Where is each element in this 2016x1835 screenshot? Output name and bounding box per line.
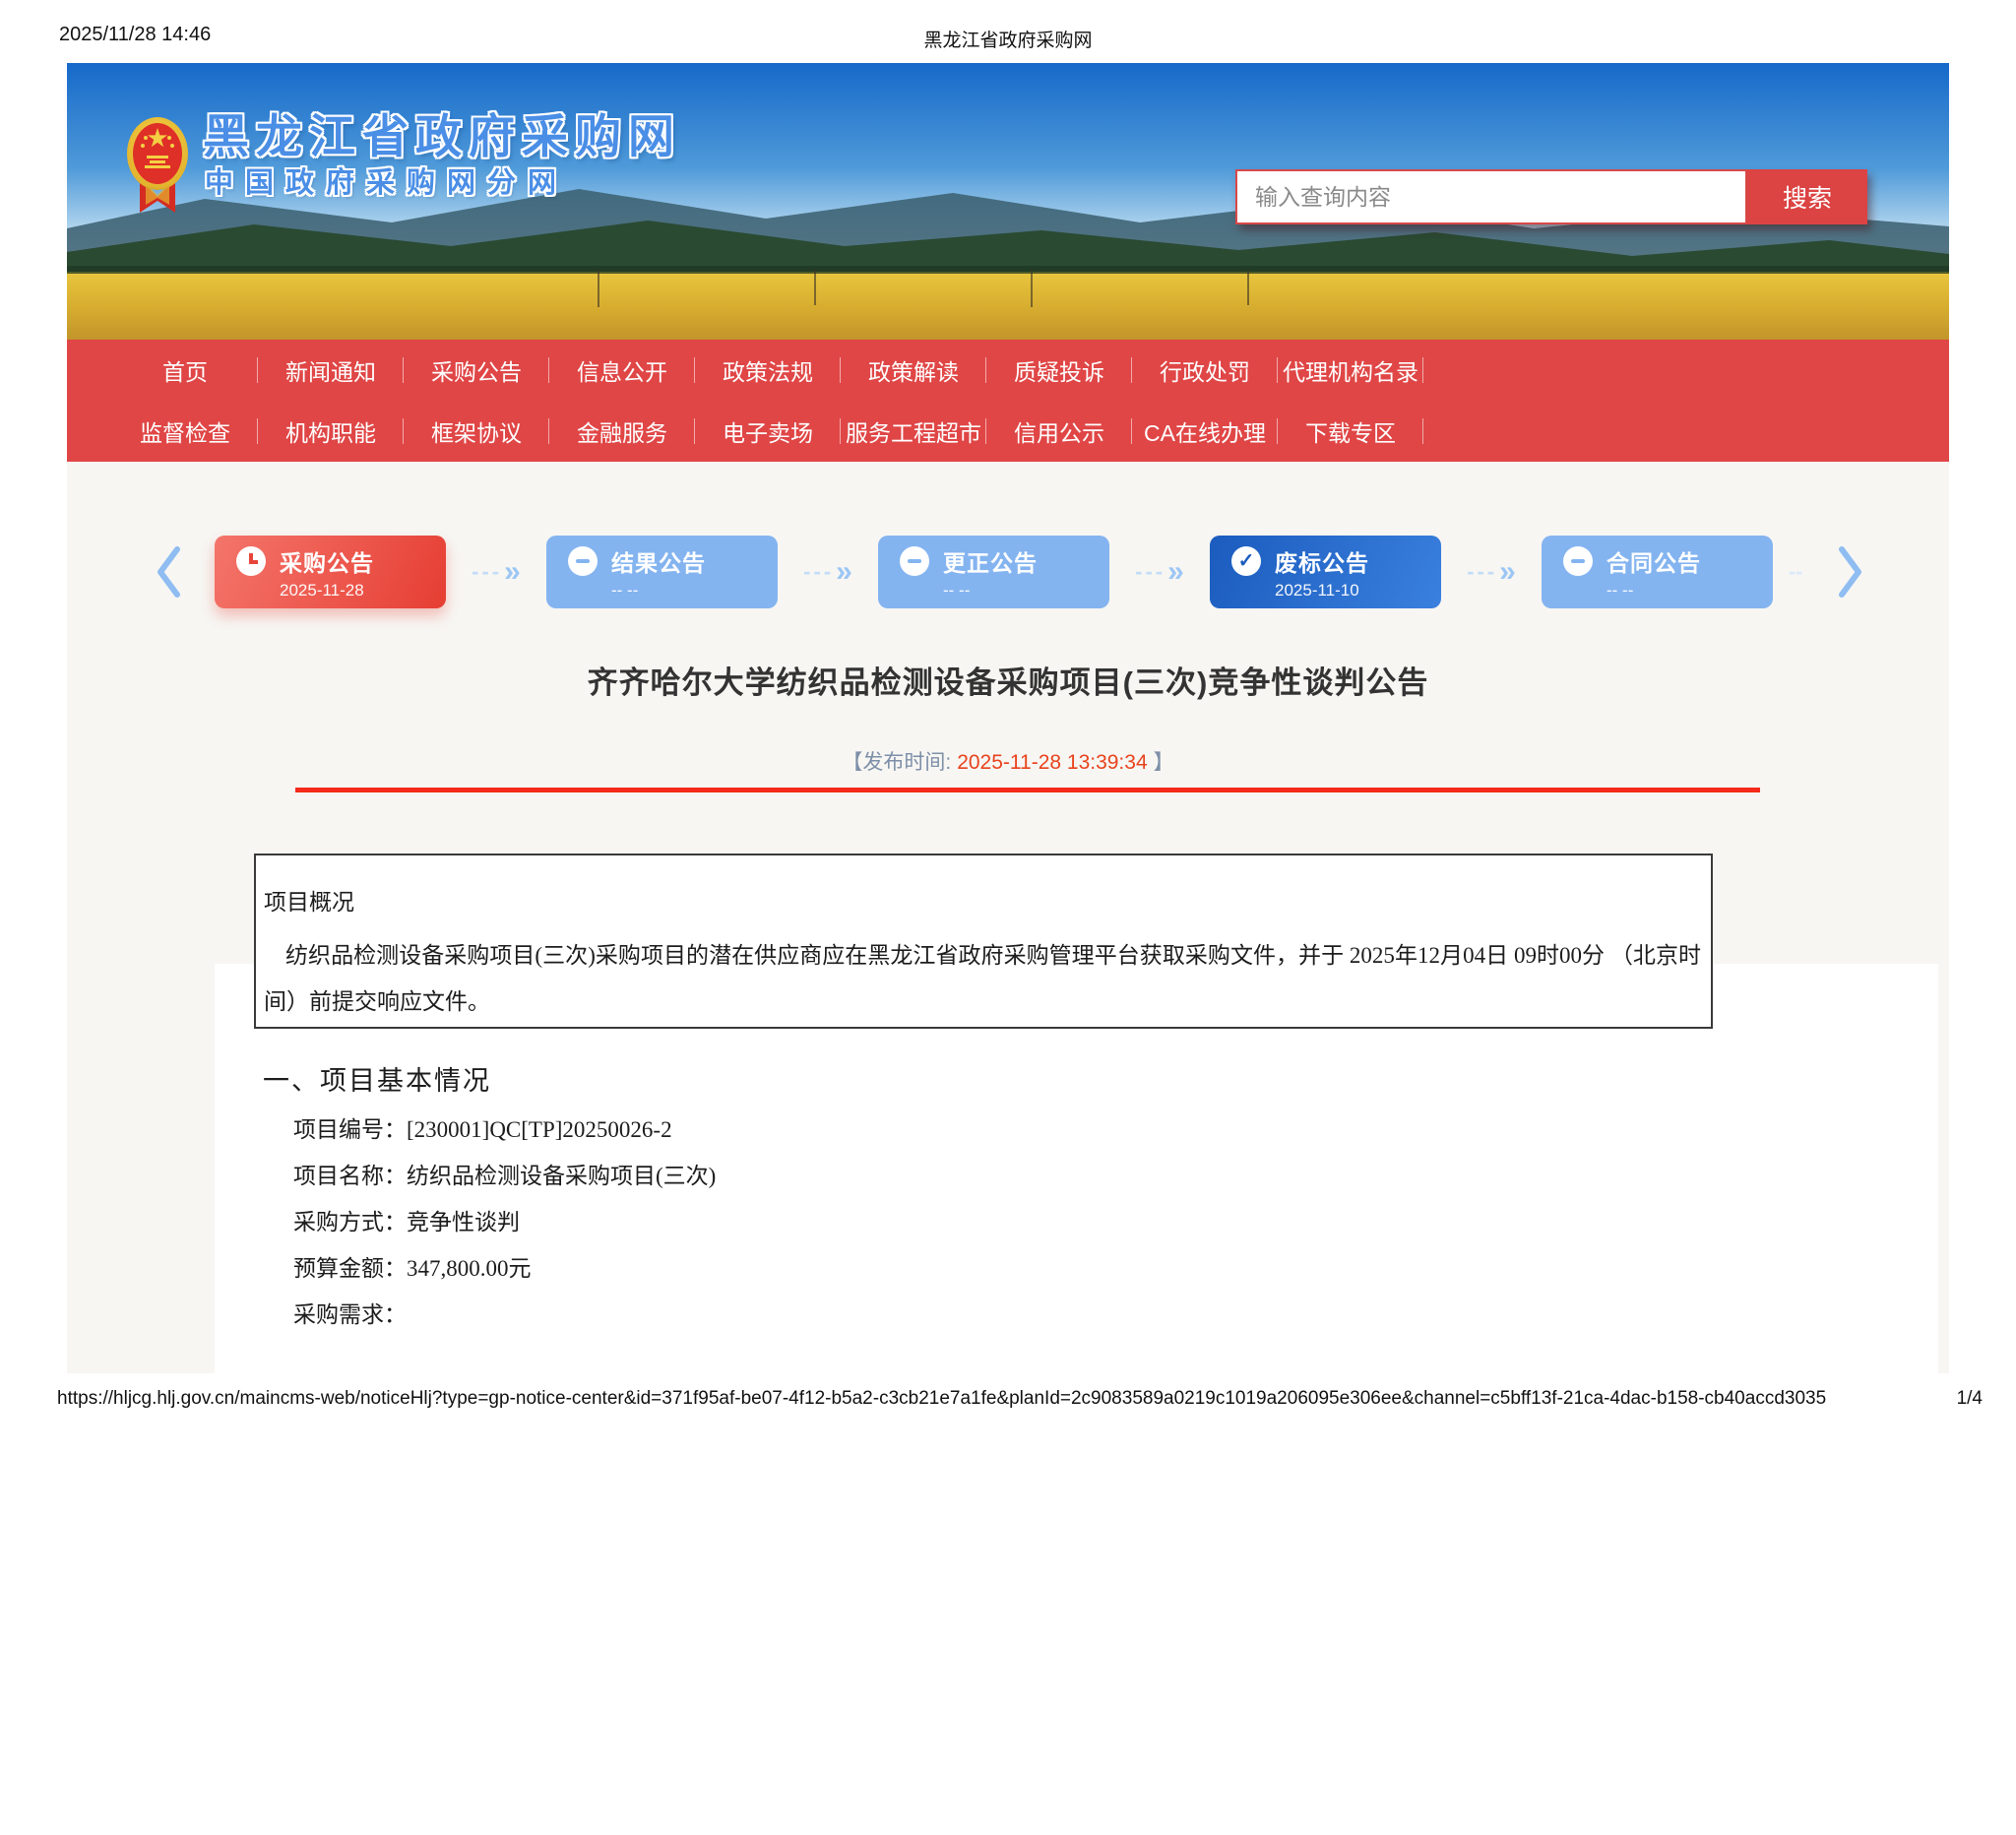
main-nav: 首页 新闻通知 采购公告 信息公开 政策法规 政策解读 质疑投诉 行政处罚 代理…: [67, 340, 1949, 462]
field-procurement-method: 采购方式：竞争性谈判: [293, 1199, 716, 1245]
field-label: 预算金额：: [293, 1256, 407, 1281]
publish-time: 2025-11-28 13:39:34: [951, 751, 1153, 774]
flow-step-correction-notice[interactable]: 更正公告 -- --: [878, 536, 1109, 608]
flow-prev-button[interactable]: [156, 545, 181, 599]
publish-time-line: 【发布时间:2025-11-28 13:39:34】: [0, 746, 2016, 776]
flow-step-date: 2025-11-10: [1275, 581, 1441, 601]
publish-label: 【发布时间:: [842, 751, 951, 774]
flow-dash-icon: --: [1773, 559, 1818, 585]
search-button[interactable]: 搜索: [1747, 169, 1867, 224]
nav-item-news[interactable]: 新闻通知: [258, 353, 404, 387]
nav-item-ca-online[interactable]: CA在线办理: [1132, 414, 1278, 448]
flow-step-cancellation-notice[interactable]: ✓ 废标公告 2025-11-10: [1210, 536, 1441, 608]
section-heading-basic-info: 一、项目基本情况: [263, 1059, 491, 1098]
flow-step-result-notice[interactable]: 结果公告 -- --: [546, 536, 778, 608]
field-value: 347,800.00元: [407, 1256, 532, 1281]
field-budget-amount: 预算金额：347,800.00元: [293, 1245, 716, 1292]
minus-icon: [900, 546, 929, 576]
project-overview-box: 项目概况 纺织品检测设备采购项目(三次)采购项目的潜在供应商应在黑龙江省政府采购…: [254, 854, 1713, 1029]
site-banner: 黑龙江省政府采购网 中国政府采购网分网 搜索: [67, 63, 1949, 340]
overview-heading: 项目概况: [264, 883, 1701, 917]
article-title: 齐齐哈尔大学纺织品检测设备采购项目(三次)竞争性谈判公告: [0, 658, 2016, 702]
nav-item-agency-directory[interactable]: 代理机构名录: [1278, 353, 1423, 387]
minus-icon: [568, 546, 598, 576]
flow-next-button[interactable]: [1838, 545, 1863, 599]
nav-row-2: 监督检查 机构职能 框架协议 金融服务 电子卖场 服务工程超市 信用公示 CA在…: [67, 401, 1949, 462]
site-title: 黑龙江省政府采购网: [203, 98, 681, 166]
nav-item-downloads[interactable]: 下载专区: [1278, 414, 1423, 448]
flow-step-label: 结果公告: [611, 544, 706, 578]
search-box: 搜索: [1235, 169, 1867, 224]
flow-step-date: -- --: [611, 581, 778, 601]
flow-arrow-icon: ---»: [446, 557, 546, 587]
nav-item-administrative-penalty[interactable]: 行政处罚: [1132, 353, 1278, 387]
nav-item-framework-agreement[interactable]: 框架协议: [404, 414, 549, 448]
nav-row-1: 首页 新闻通知 采购公告 信息公开 政策法规 政策解读 质疑投诉 行政处罚 代理…: [67, 340, 1949, 401]
chevron-right-icon: [1838, 545, 1863, 599]
nav-item-policy-interpretation[interactable]: 政策解读: [841, 353, 986, 387]
field-label: 采购需求：: [293, 1302, 407, 1327]
overview-text: 纺织品检测设备采购项目(三次)采购项目的潜在供应商应在黑龙江省政府采购管理平台获…: [264, 932, 1701, 1025]
nav-item-complaints[interactable]: 质疑投诉: [986, 353, 1132, 387]
search-input[interactable]: [1235, 169, 1747, 224]
project-fields: 项目编号：[230001]QC[TP]20250026-2 项目名称：纺织品检测…: [293, 1107, 716, 1338]
flow-step-contract-notice[interactable]: 合同公告 -- --: [1542, 536, 1773, 608]
flow-step-date: 2025-11-28: [280, 581, 446, 601]
field-label: 项目编号：: [293, 1117, 407, 1142]
check-icon: ✓: [1231, 546, 1261, 576]
flow-step-date: -- --: [1606, 581, 1773, 601]
field-value: [230001]QC[TP]20250026-2: [407, 1117, 672, 1142]
field-value: 竞争性谈判: [407, 1210, 520, 1234]
field-project-number: 项目编号：[230001]QC[TP]20250026-2: [293, 1107, 716, 1153]
flow-step-date: -- --: [943, 581, 1109, 601]
flow-step-procurement-notice[interactable]: 采购公告 2025-11-28: [215, 536, 446, 608]
field-label: 采购方式：: [293, 1210, 407, 1234]
field-project-name: 项目名称：纺织品检测设备采购项目(三次): [293, 1153, 716, 1199]
flow-step-label: 采购公告: [280, 544, 374, 578]
clock-icon: [236, 546, 266, 576]
flow-step-label: 更正公告: [943, 544, 1038, 578]
nav-item-home[interactable]: 首页: [112, 353, 258, 387]
nav-item-functions[interactable]: 机构职能: [258, 414, 404, 448]
nav-item-e-marketplace[interactable]: 电子卖场: [695, 414, 841, 448]
national-emblem-icon: [126, 114, 189, 221]
publish-label-close: 】: [1154, 751, 1174, 774]
print-page-title: 黑龙江省政府采购网: [0, 26, 2016, 52]
flow-arrow-icon: ---»: [778, 557, 878, 587]
chevron-left-icon: [156, 545, 181, 599]
nav-item-financial-services[interactable]: 金融服务: [549, 414, 695, 448]
nav-item-service-project-mall[interactable]: 服务工程超市: [841, 414, 986, 448]
red-divider: [295, 788, 1760, 792]
field-value: 纺织品检测设备采购项目(三次): [407, 1164, 716, 1188]
site-subtitle: 中国政府采购网分网: [205, 159, 568, 201]
flow-step-label: 废标公告: [1275, 544, 1369, 578]
notice-flow: 采购公告 2025-11-28 ---» 结果公告 -- -- ---» 更正公…: [148, 535, 1871, 609]
nav-item-policies[interactable]: 政策法规: [695, 353, 841, 387]
field-label: 项目名称：: [293, 1164, 407, 1188]
field-procurement-requirements: 采购需求：: [293, 1292, 716, 1338]
print-footer-url: https://hljcg.hlj.gov.cn/maincms-web/not…: [57, 1388, 1826, 1410]
nav-item-supervision[interactable]: 监督检查: [112, 414, 258, 448]
flow-step-label: 合同公告: [1606, 544, 1701, 578]
flow-arrow-icon: ---»: [1441, 557, 1542, 587]
flow-arrow-icon: ---»: [1109, 557, 1210, 587]
nav-item-procurement-notices[interactable]: 采购公告: [404, 353, 549, 387]
nav-item-credit-publicity[interactable]: 信用公示: [986, 414, 1132, 448]
nav-item-info-disclosure[interactable]: 信息公开: [549, 353, 695, 387]
print-footer-page-number: 1/4: [1957, 1388, 1983, 1410]
minus-icon: [1563, 546, 1593, 576]
